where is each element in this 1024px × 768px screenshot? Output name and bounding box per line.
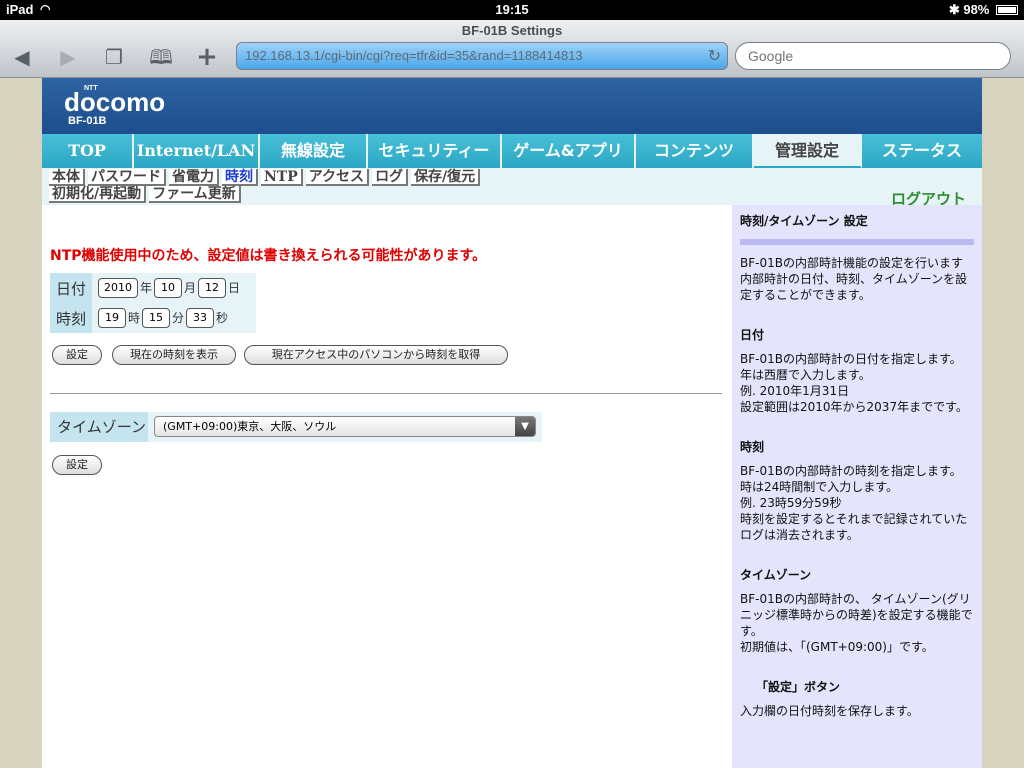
help-timezone-text: BF-01Bの内部時計の、 タイムゾーン(グリニッジ標準時からの時差)を設定する…	[740, 592, 973, 654]
subtab-firmware-update[interactable]: ファーム更新	[149, 186, 241, 203]
second-input[interactable]: 33	[186, 308, 215, 328]
status-bar: iPad ◠ 19:15 ✱ 98%	[0, 0, 1024, 20]
month-unit: 月	[184, 281, 197, 295]
search-input[interactable]	[736, 43, 1010, 69]
subtab-password[interactable]: パスワード	[88, 169, 166, 186]
bluetooth-icon: ✱	[948, 2, 960, 17]
show-current-time-button[interactable]: 現在の時刻を表示	[112, 345, 236, 365]
subtab-main[interactable]: 本体	[49, 169, 85, 186]
web-page: NTT docomo BF-01B TOP Internet/LAN 無線設定 …	[42, 78, 982, 768]
date-label: 日付	[50, 273, 92, 303]
help-intro: BF-01Bの内部時計機能の設定を行います 内部時計の日付、時刻、タイムゾーンを…	[740, 256, 968, 302]
main-nav: TOP Internet/LAN 無線設定 セキュリティー ゲーム&アプリ コン…	[42, 134, 982, 168]
help-timezone-heading: タイムゾーン	[740, 568, 812, 582]
logo-brand: docomo	[64, 87, 166, 117]
subtab-reset-reboot[interactable]: 初期化/再起動	[49, 186, 147, 203]
timezone-value: (GMT+09:00)東京、大阪、ソウル	[163, 420, 337, 433]
subtab-ntp[interactable]: NTP	[261, 169, 303, 186]
year-unit: 年	[140, 281, 153, 295]
battery-indicator: ✱ 98%	[949, 2, 1018, 18]
hour-unit: 時	[128, 311, 141, 325]
settings-form: NTP機能使用中のため、設定値は書き換えられる可能性があります。 日付 2010…	[42, 205, 732, 768]
help-set-heading: 「設定」ボタン	[756, 680, 841, 694]
battery-percent: 98%	[963, 2, 990, 17]
url-text: 192.168.13.1/cgi-bin/cgi?req=tfr&id=35&r…	[245, 48, 583, 63]
tab-wireless[interactable]: 無線設定	[260, 134, 368, 168]
subtab-power-saving[interactable]: 省電力	[169, 169, 219, 186]
help-date-heading: 日付	[740, 328, 765, 342]
set-time-button[interactable]: 設定	[52, 345, 102, 365]
add-icon[interactable]: +	[193, 44, 221, 70]
tab-top[interactable]: TOP	[42, 134, 134, 168]
hour-input[interactable]: 19	[98, 308, 126, 328]
minute-input[interactable]: 15	[142, 308, 171, 328]
tab-game-app[interactable]: ゲーム&アプリ	[502, 134, 636, 168]
chevron-down-icon[interactable]: ▼	[515, 417, 535, 436]
search-field[interactable]	[735, 42, 1011, 70]
help-divider	[740, 239, 974, 245]
second-unit: 秒	[216, 311, 229, 325]
month-input[interactable]: 10	[154, 278, 183, 298]
day-unit: 日	[228, 281, 241, 295]
tab-management[interactable]: 管理設定	[754, 134, 862, 168]
year-input[interactable]: 2010	[98, 278, 138, 298]
subtab-access[interactable]: アクセス	[305, 169, 370, 186]
divider	[50, 393, 722, 395]
timezone-select[interactable]: (GMT+09:00)東京、大阪、ソウル ▼	[154, 416, 536, 437]
minute-unit: 分	[172, 311, 185, 325]
tab-status[interactable]: ステータス	[862, 134, 982, 168]
subtab-backup-restore[interactable]: 保存/復元	[411, 169, 481, 186]
help-title: 時刻/タイムゾーン 設定	[740, 214, 868, 228]
reload-icon[interactable]: ↻	[708, 46, 721, 65]
url-field[interactable]: 192.168.13.1/cgi-bin/cgi?req=tfr&id=35&r…	[236, 42, 728, 70]
time-label: 時刻	[50, 303, 92, 333]
timezone-row: タイムゾーン (GMT+09:00)東京、大阪、ソウル ▼	[50, 412, 542, 442]
help-time-heading: 時刻	[740, 440, 765, 454]
set-timezone-button[interactable]: 設定	[52, 455, 102, 475]
tabs-icon[interactable]: ❐	[100, 44, 128, 70]
timezone-label: タイムゾーン	[50, 412, 148, 442]
page-title: BF-01B Settings	[461, 23, 563, 38]
battery-icon	[996, 5, 1018, 15]
get-pc-time-button[interactable]: 現在アクセス中のパソコンから時刻を取得	[244, 345, 508, 365]
subtab-log[interactable]: ログ	[372, 169, 409, 186]
forward-icon[interactable]: ▶	[54, 44, 82, 70]
logo-model: BF-01B	[68, 115, 107, 127]
help-panel: 時刻/タイムゾーン 設定 BF-01Bの内部時計機能の設定を行います 内部時計の…	[732, 205, 982, 768]
subtab-time[interactable]: 時刻	[222, 169, 258, 186]
back-icon[interactable]: ◀	[8, 44, 36, 70]
router-header: NTT docomo BF-01B	[42, 78, 982, 134]
day-input[interactable]: 12	[198, 278, 227, 298]
help-set-text: 入力欄の日付時刻を保存します。	[740, 704, 919, 718]
tab-contents[interactable]: コンテンツ	[636, 134, 754, 168]
sub-nav: 本体 パスワード 省電力 時刻 NTP アクセス ログ 保存/復元 初期化/再起…	[42, 168, 982, 208]
browser-toolbar: BF-01B Settings ◀ ▶ ❐ 🕮 + 192.168.13.1/c…	[0, 20, 1024, 78]
bookmarks-icon[interactable]: 🕮	[147, 44, 175, 70]
status-time: 19:15	[495, 2, 529, 17]
help-time-text: BF-01Bの内部時計の時刻を指定します。 時は24時間制で入力します。 例. …	[740, 464, 968, 542]
ntp-warning: NTP機能使用中のため、設定値は書き換えられる可能性があります。	[50, 248, 487, 264]
datetime-table: 日付 2010 年 10 月 12 日 時刻 19 時 15 分 33 秒	[50, 273, 256, 333]
tab-security[interactable]: セキュリティー	[368, 134, 502, 168]
tab-internet-lan[interactable]: Internet/LAN	[134, 134, 260, 168]
help-date-text: BF-01Bの内部時計の日付を指定します。 年は西暦で入力します。 例. 201…	[740, 352, 968, 414]
